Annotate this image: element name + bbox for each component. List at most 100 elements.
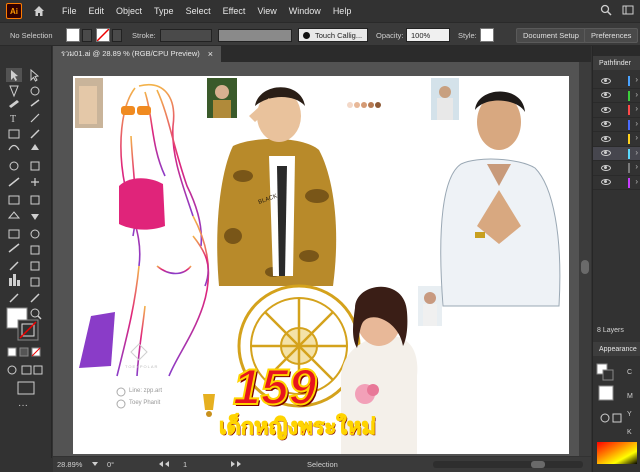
eye-icon[interactable] <box>601 135 611 142</box>
girl-illustration[interactable] <box>116 84 210 377</box>
document-tabs: รวม01.ai @ 28.89 % (RGB/CPU Preview) × <box>53 46 591 62</box>
svg-text:···: ··· <box>18 400 28 411</box>
artwork-number[interactable]: 159 <box>232 361 317 413</box>
artwork-canvas[interactable]: BLACK <box>73 76 569 454</box>
menu-effect[interactable]: Effect <box>223 6 246 16</box>
layer-row[interactable]: › <box>593 74 640 89</box>
main-menu: File Edit Object Type Select Effect View… <box>62 6 351 16</box>
stroke-weight-field[interactable] <box>160 28 212 42</box>
zoom-level[interactable]: 28.89% <box>57 460 82 469</box>
prev-artboard-icon[interactable] <box>157 460 171 470</box>
vertical-scrollbar[interactable] <box>579 62 591 456</box>
menu-bar: Ai File Edit Object Type Select Effect V… <box>0 0 640 22</box>
palette-swatch-5[interactable] <box>375 102 381 108</box>
layer-row[interactable]: › <box>593 161 640 176</box>
reference-photo-1[interactable] <box>75 78 103 128</box>
menu-edit[interactable]: Edit <box>89 6 105 16</box>
reference-photo-2[interactable] <box>207 78 237 118</box>
layer-row[interactable]: › <box>593 146 640 161</box>
layer-color-chip <box>628 177 630 188</box>
app-logo: Ai <box>6 3 22 19</box>
layers-count: 8 Layers <box>597 326 624 334</box>
pathfinder-panel-tab[interactable]: Pathfinder <box>593 56 640 70</box>
palette-swatch-1[interactable] <box>347 102 353 108</box>
menu-window[interactable]: Window <box>289 6 321 16</box>
chevron-right-icon[interactable]: › <box>635 148 638 157</box>
layer-color-chip <box>628 76 630 86</box>
chevron-right-icon[interactable]: › <box>635 162 638 171</box>
layer-row[interactable]: › <box>593 176 640 190</box>
fill-dropdown[interactable] <box>82 28 92 42</box>
chevron-right-icon[interactable]: › <box>635 133 638 142</box>
eye-icon[interactable] <box>601 106 611 113</box>
palette-swatch-3[interactable] <box>361 102 367 108</box>
pink-top <box>119 178 165 230</box>
workspace-icon[interactable] <box>622 4 634 16</box>
search-icon[interactable] <box>600 4 612 16</box>
chevron-right-icon[interactable]: › <box>635 177 638 186</box>
eye-icon[interactable] <box>601 77 611 84</box>
menu-help[interactable]: Help <box>333 6 352 16</box>
eye-icon[interactable] <box>601 92 611 99</box>
chevron-right-icon[interactable]: › <box>635 90 638 99</box>
palette-swatch-2[interactable] <box>354 102 360 108</box>
variable-width-profile[interactable] <box>218 28 292 42</box>
svg-text:T: T <box>10 114 16 125</box>
layer-row[interactable]: › <box>593 103 640 118</box>
menu-select[interactable]: Select <box>186 6 211 16</box>
status-mode[interactable]: Selection <box>307 460 338 469</box>
brush-dot-icon <box>303 31 310 39</box>
artwork-title[interactable]: เด็กหญิงพระใหม่ <box>219 415 377 440</box>
artboard-number[interactable]: 1 <box>183 460 187 469</box>
name-contact-text: Toey Phanit <box>129 400 161 406</box>
artboard[interactable]: BLACK TOEYPOLAR Line: zpp.art Toey Phani… <box>73 76 569 454</box>
layer-color-chip <box>628 148 630 159</box>
layer-row[interactable]: › <box>593 89 640 103</box>
appearance-panel-tab[interactable]: Appearance <box>593 342 640 356</box>
reference-photo-4[interactable] <box>418 286 442 326</box>
document-tab[interactable]: รวม01.ai @ 28.89 % (RGB/CPU Preview) × <box>53 46 222 62</box>
chevron-right-icon[interactable]: › <box>635 119 638 128</box>
layer-row[interactable]: › <box>593 132 640 147</box>
eye-icon[interactable] <box>601 164 611 171</box>
horizontal-scroll-thumb[interactable] <box>531 461 545 468</box>
canvas-workspace[interactable]: BLACK TOEYPOLAR Line: zpp.art Toey Phani… <box>53 62 579 456</box>
zoom-dropdown-icon[interactable] <box>91 460 99 468</box>
reference-photo-3[interactable] <box>431 78 459 120</box>
menu-object[interactable]: Object <box>116 6 142 16</box>
eye-icon[interactable] <box>601 179 611 186</box>
stroke-dropdown[interactable] <box>112 28 122 42</box>
fill-swatch[interactable] <box>66 28 80 42</box>
rotation-value[interactable]: 0° <box>107 460 114 469</box>
layers-list: › › › › › › › › <box>593 74 640 190</box>
horizontal-scrollbar[interactable] <box>433 461 583 468</box>
document-title: รวม01.ai @ 28.89 % (RGB/CPU Preview) <box>61 49 200 58</box>
stroke-swatch[interactable] <box>96 28 110 42</box>
home-icon[interactable] <box>32 4 46 18</box>
preferences-button[interactable]: Preferences <box>584 27 639 43</box>
chevron-right-icon[interactable]: › <box>635 104 638 113</box>
sunglasses <box>121 106 151 115</box>
menu-file[interactable]: File <box>62 6 77 16</box>
stroke-label: Stroke: <box>132 30 156 40</box>
palette-swatch-4[interactable] <box>368 102 374 108</box>
next-artboard-icon[interactable] <box>229 460 243 470</box>
menu-type[interactable]: Type <box>154 6 174 16</box>
chevron-right-icon[interactable]: › <box>635 75 638 84</box>
eye-icon[interactable] <box>601 121 611 128</box>
right-panels: Pathfinder › › › › › › › › 8 Layers Appe… <box>592 46 640 472</box>
brush-definition[interactable]: Touch Callig... <box>298 28 368 42</box>
eye-icon[interactable] <box>601 150 611 157</box>
menu-view[interactable]: View <box>257 6 276 16</box>
opacity-field[interactable]: 100% <box>406 28 450 42</box>
praying-man[interactable] <box>440 91 561 307</box>
close-tab-icon[interactable]: × <box>208 49 213 59</box>
layer-row[interactable]: › <box>593 118 640 132</box>
document-setup-button[interactable]: Document Setup <box>516 27 586 43</box>
skin-palette[interactable] <box>347 102 381 108</box>
graphic-style-swatch[interactable] <box>480 28 494 42</box>
bell-ornament <box>203 394 215 417</box>
style-label: Style: <box>458 30 477 40</box>
svg-text:K: K <box>627 429 632 436</box>
vertical-scroll-thumb[interactable] <box>581 260 589 274</box>
